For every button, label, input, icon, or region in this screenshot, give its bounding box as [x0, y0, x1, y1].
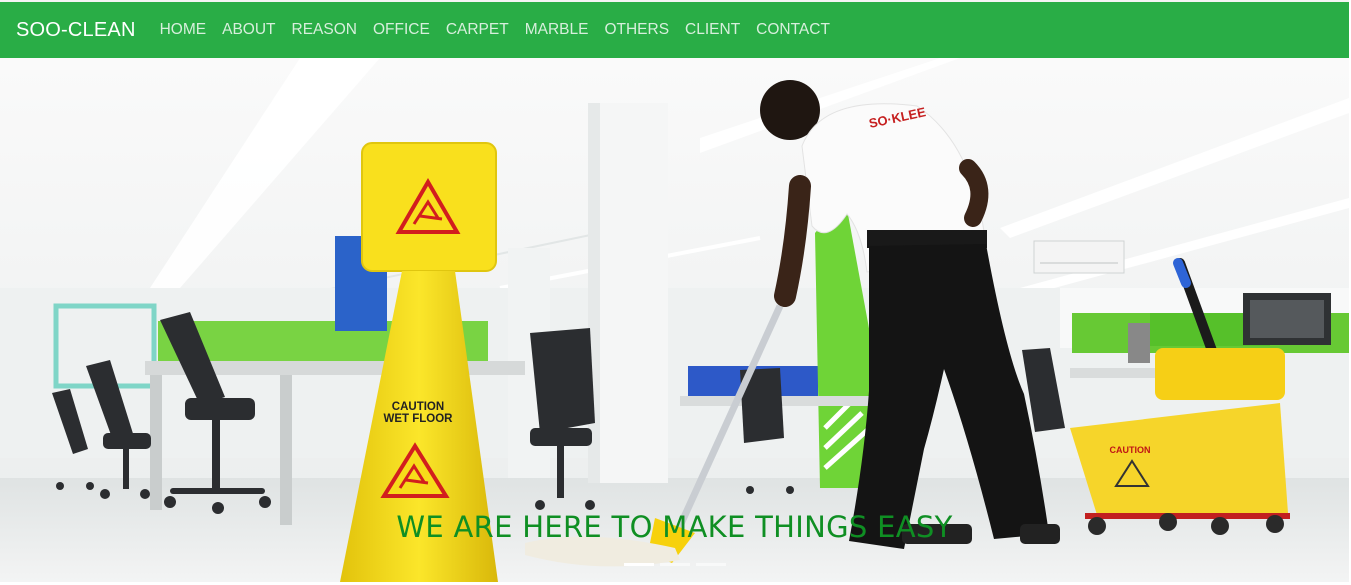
carousel-indicators: [624, 563, 726, 566]
carousel-indicator-1[interactable]: [624, 563, 654, 566]
nav-menu: HOME ABOUT REASON OFFICE CARPET MARBLE O…: [152, 21, 830, 39]
hero-slide-image: CAUTION WET FLOOR SO·KLEE CAUTION: [0, 58, 1349, 582]
svg-text:WET FLOOR: WET FLOOR: [384, 413, 454, 425]
hero-carousel[interactable]: CAUTION WET FLOOR SO·KLEE CAUTION WE ARE…: [0, 58, 1349, 582]
nav-item-others[interactable]: OTHERS: [604, 21, 669, 39]
nav-item-contact[interactable]: CONTACT: [756, 21, 830, 39]
nav-item-carpet[interactable]: CARPET: [446, 21, 509, 39]
nav-item-home[interactable]: HOME: [160, 21, 207, 39]
carousel-indicator-2[interactable]: [660, 563, 690, 566]
nav-item-marble[interactable]: MARBLE: [525, 21, 589, 39]
nav-item-office[interactable]: OFFICE: [373, 21, 430, 39]
nav-item-about[interactable]: ABOUT: [222, 21, 275, 39]
nav-item-client[interactable]: CLIENT: [685, 21, 740, 39]
svg-text:CAUTION: CAUTION: [392, 401, 444, 413]
svg-text:CAUTION: CAUTION: [1110, 445, 1151, 455]
carousel-indicator-3[interactable]: [696, 563, 726, 566]
hero-caption: WE ARE HERE TO MAKE THINGS EASY: [396, 510, 953, 544]
navbar: SOO-CLEAN HOME ABOUT REASON OFFICE CARPE…: [0, 2, 1349, 58]
brand-logo[interactable]: SOO-CLEAN: [16, 19, 136, 42]
nav-item-reason[interactable]: REASON: [292, 21, 357, 39]
